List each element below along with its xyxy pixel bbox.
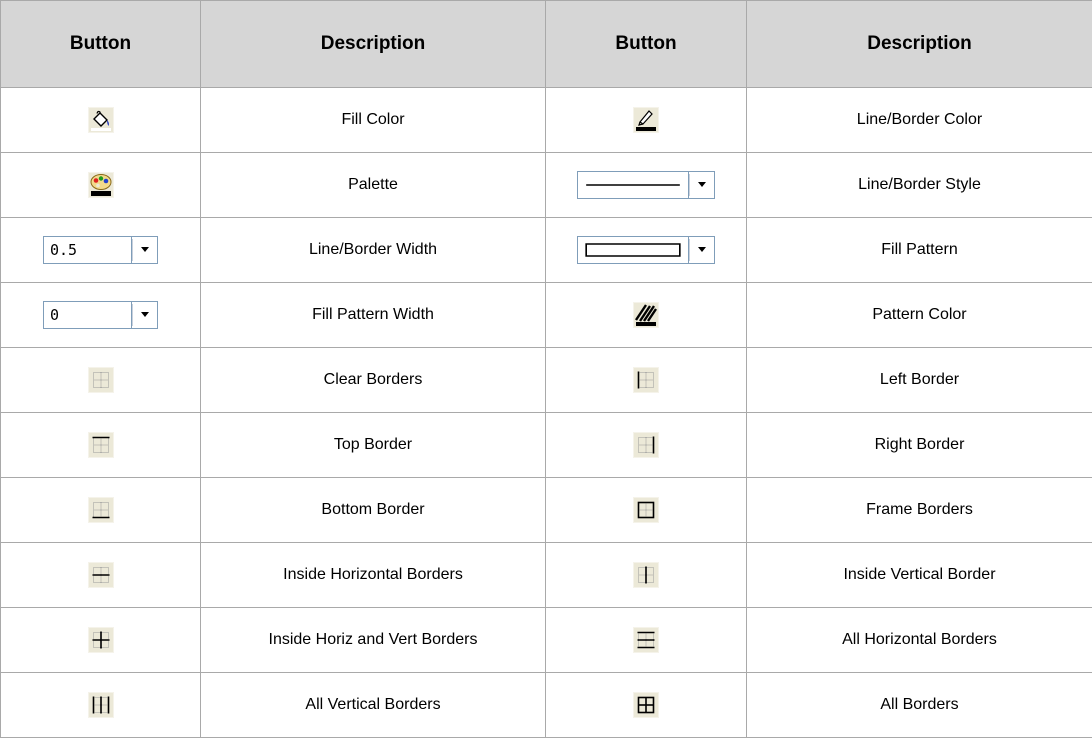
- description-cell: Line/Border Width: [201, 218, 546, 283]
- button-cell: [1, 543, 201, 608]
- bottom-border-icon[interactable]: [88, 497, 114, 523]
- all-vertical-borders-icon[interactable]: [88, 692, 114, 718]
- button-cell: [546, 88, 747, 153]
- pattern-width-dropdown[interactable]: 0: [43, 301, 158, 329]
- all-borders-icon[interactable]: [633, 692, 659, 718]
- left-border-icon[interactable]: [633, 367, 659, 393]
- button-cell: [546, 673, 747, 738]
- inside-vertical-border-icon[interactable]: [633, 562, 659, 588]
- chevron-down-icon[interactable]: [689, 171, 715, 199]
- button-cell: [1, 88, 201, 153]
- table-row: Fill Color Line/Border Color: [1, 88, 1092, 153]
- chevron-down-icon[interactable]: [689, 236, 715, 264]
- button-cell: 0.5: [1, 218, 201, 283]
- table-row: Palette Line/Border Style: [1, 153, 1092, 218]
- table-row: All Vertical Borders All Borders: [1, 673, 1092, 738]
- table-row: Bottom Border Frame Borders: [1, 478, 1092, 543]
- description-cell: Fill Pattern: [747, 218, 1092, 283]
- frame-borders-icon[interactable]: [633, 497, 659, 523]
- table-row: Inside Horiz and Vert Borders: [1, 608, 1092, 673]
- table-row: Top Border Right Border: [1, 413, 1092, 478]
- inside-horiz-vert-borders-icon[interactable]: [88, 627, 114, 653]
- all-horizontal-borders-icon[interactable]: [633, 627, 659, 653]
- chevron-down-icon[interactable]: [132, 236, 158, 264]
- line-style-dropdown[interactable]: [577, 171, 715, 199]
- column-header-button: Button: [546, 1, 747, 88]
- line-width-dropdown[interactable]: 0.5: [43, 236, 158, 264]
- description-cell: Line/Border Color: [747, 88, 1092, 153]
- top-border-icon[interactable]: [88, 432, 114, 458]
- description-cell: Clear Borders: [201, 348, 546, 413]
- button-cell: [546, 153, 747, 218]
- button-cell: [546, 413, 747, 478]
- inside-horizontal-borders-icon[interactable]: [88, 562, 114, 588]
- line-width-value[interactable]: 0.5: [43, 236, 132, 264]
- pattern-width-value[interactable]: 0: [43, 301, 132, 329]
- fill-pattern-preview: [577, 236, 689, 264]
- description-cell: All Horizontal Borders: [747, 608, 1092, 673]
- column-header-description: Description: [747, 1, 1092, 88]
- button-cell: 0: [1, 283, 201, 348]
- description-cell: Fill Color: [201, 88, 546, 153]
- description-cell: Right Border: [747, 413, 1092, 478]
- fill-pattern-dropdown[interactable]: [577, 236, 715, 264]
- description-cell: Inside Horizontal Borders: [201, 543, 546, 608]
- line-border-color-icon[interactable]: [633, 107, 659, 133]
- clear-borders-icon[interactable]: [88, 367, 114, 393]
- button-cell: [1, 478, 201, 543]
- button-cell: [1, 153, 201, 218]
- description-cell: Inside Vertical Border: [747, 543, 1092, 608]
- table-header-row: Button Description Button Description: [1, 1, 1092, 88]
- description-cell: Left Border: [747, 348, 1092, 413]
- description-cell: Pattern Color: [747, 283, 1092, 348]
- description-cell: Top Border: [201, 413, 546, 478]
- description-cell: Bottom Border: [201, 478, 546, 543]
- description-cell: All Borders: [747, 673, 1092, 738]
- button-cell: [546, 543, 747, 608]
- button-cell: [1, 413, 201, 478]
- button-cell: [1, 608, 201, 673]
- table-row: 0 Fill Pattern Width: [1, 283, 1092, 348]
- button-cell: [1, 673, 201, 738]
- right-border-icon[interactable]: [633, 432, 659, 458]
- description-cell: Inside Horiz and Vert Borders: [201, 608, 546, 673]
- description-cell: Frame Borders: [747, 478, 1092, 543]
- line-style-preview: [577, 171, 689, 199]
- description-cell: Palette: [201, 153, 546, 218]
- button-cell: [546, 218, 747, 283]
- button-cell: [546, 608, 747, 673]
- button-cell: [546, 283, 747, 348]
- description-cell: All Vertical Borders: [201, 673, 546, 738]
- button-reference-table: Button Description Button Description: [0, 0, 1092, 738]
- pattern-color-icon[interactable]: [633, 302, 659, 328]
- button-cell: [546, 478, 747, 543]
- button-cell: [546, 348, 747, 413]
- description-cell: Fill Pattern Width: [201, 283, 546, 348]
- chevron-down-icon[interactable]: [132, 301, 158, 329]
- table-row: Clear Borders Left Border: [1, 348, 1092, 413]
- fill-color-icon[interactable]: [88, 107, 114, 133]
- button-cell: [1, 348, 201, 413]
- description-cell: Line/Border Style: [747, 153, 1092, 218]
- column-header-description: Description: [201, 1, 546, 88]
- table-row: Inside Horizontal Borders Inside Vertica…: [1, 543, 1092, 608]
- column-header-button: Button: [1, 1, 201, 88]
- table-row: 0.5 Line/Border Width: [1, 218, 1092, 283]
- palette-icon[interactable]: [88, 172, 114, 198]
